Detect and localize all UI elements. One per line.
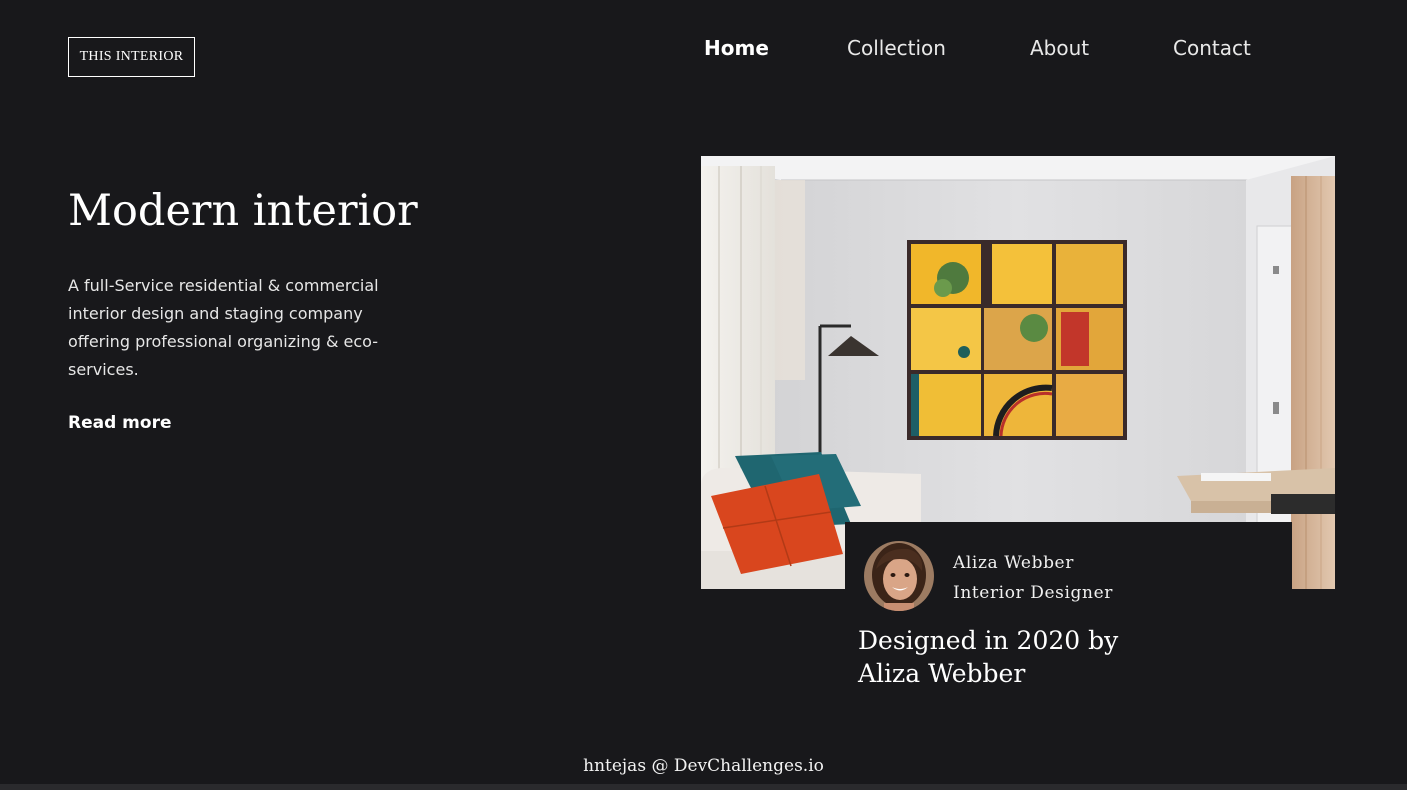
nav-home-link[interactable]: Home [704, 36, 769, 60]
hero-description: A full-Service residential & commercial … [68, 276, 379, 379]
designer-card: Aliza Webber Interior Designer [845, 522, 1292, 612]
design-credit: Designed in 2020 by Aliza Webber [858, 626, 1119, 688]
hero-title: Modern interior [68, 186, 418, 236]
site-logo[interactable]: THIS INTERIOR [68, 37, 195, 77]
page-footer: hntejas @ DevChallenges.io [0, 756, 1407, 776]
footer-credit-text: hntejas @ DevChallenges.io [583, 756, 824, 776]
read-more-link[interactable]: Read more [68, 413, 172, 433]
nav-about-link[interactable]: About [1030, 36, 1089, 60]
designer-role: Interior Designer [953, 583, 1113, 603]
designer-name: Aliza Webber [953, 553, 1074, 573]
nav-collection-link[interactable]: Collection [847, 36, 946, 60]
nav-contact-link[interactable]: Contact [1173, 36, 1251, 60]
designer-avatar [864, 541, 934, 611]
bottom-strip [0, 784, 1407, 790]
